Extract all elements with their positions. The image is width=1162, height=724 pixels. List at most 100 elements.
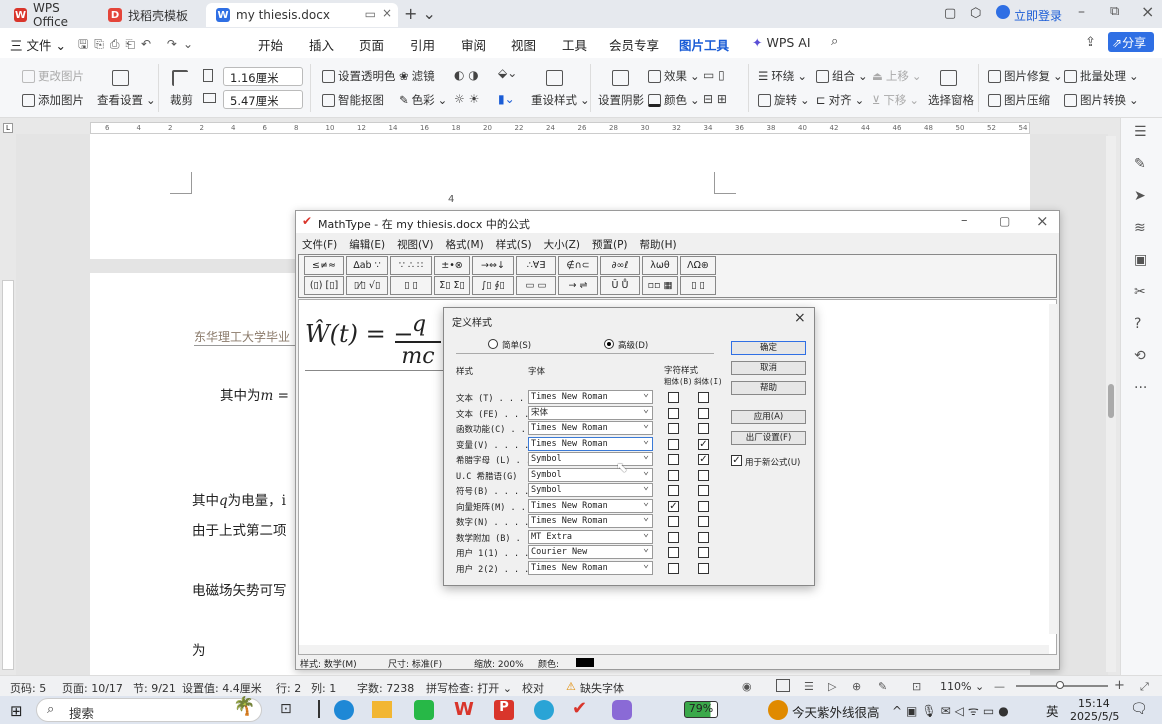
page-view-icon[interactable] <box>776 679 790 692</box>
tools-icon[interactable]: ✂ <box>1134 284 1146 300</box>
close-tab-icon[interactable]: × <box>382 6 392 20</box>
eye-icon[interactable]: ◉ <box>742 680 752 693</box>
menu-page[interactable]: 页面 <box>359 35 384 54</box>
italic-checkbox[interactable] <box>698 407 709 419</box>
mt-hscroll[interactable] <box>299 645 1049 654</box>
mt-menu-format[interactable]: 格式(M) <box>445 239 483 251</box>
play-icon[interactable]: ▷ <box>828 680 836 693</box>
tab-document[interactable]: Wmy thiesis.docx ▭ × <box>206 3 398 27</box>
italic-checkbox[interactable] <box>698 500 709 512</box>
fullscreen-icon[interactable]: ⤢ <box>1140 680 1149 694</box>
font-select[interactable]: Symbol <box>528 450 653 466</box>
align-button[interactable]: ⊏ 对齐 ⌄ <box>816 92 864 108</box>
outline-view-icon[interactable]: ☰ <box>804 680 814 693</box>
web-view-icon[interactable]: ⊕ <box>852 680 861 693</box>
font-select[interactable]: Times New Roman <box>528 497 653 513</box>
font-select[interactable]: Times New Roman <box>528 512 653 528</box>
more-icon[interactable]: ··· <box>1134 380 1147 396</box>
effect-button[interactable]: 效果 ⌄ <box>648 68 700 84</box>
ruler-toggle[interactable]: L <box>3 123 13 133</box>
cursor-icon[interactable]: ➤ <box>1134 188 1146 204</box>
menu-file[interactable]: 三 文件 ⌄ <box>10 35 66 54</box>
italic-checkbox[interactable] <box>698 423 709 434</box>
image-repair-button[interactable]: 图片修复 ⌄ <box>988 68 1063 84</box>
cube-icon[interactable]: ⬡ <box>970 6 981 21</box>
cancel-button[interactable]: 取消 <box>731 361 806 375</box>
bold-checkbox[interactable] <box>668 485 679 496</box>
palette-button[interactable]: ∵ ∴ ∷ <box>390 256 432 275</box>
ok-button[interactable]: 确定 <box>731 341 806 355</box>
contrast-icons[interactable]: ☼ ☀ <box>454 92 479 106</box>
palette-button[interactable]: Ū Ů <box>600 276 640 295</box>
mt-menu-view[interactable]: 视图(V) <box>397 239 433 251</box>
status-section[interactable]: 节: 9/21 <box>133 680 176 696</box>
status-row[interactable]: 行: 2 <box>276 680 301 696</box>
status-pages[interactable]: 页面: 10/17 <box>62 680 123 696</box>
status-spell[interactable]: 拼写检查: 打开 ⌄ <box>426 680 512 696</box>
width-input[interactable]: 1.16厘米 <box>223 67 303 86</box>
italic-checkbox[interactable]: ✓ <box>698 438 709 450</box>
height-input[interactable]: 5.47厘米 <box>223 90 303 109</box>
help-icon[interactable]: ? <box>1134 316 1141 332</box>
status-col[interactable]: 列: 1 <box>311 680 336 696</box>
user-avatar-icon[interactable] <box>996 5 1010 19</box>
palette-button[interactable]: ▯ ▯ <box>390 276 432 295</box>
fill-color-icon[interactable]: ⬙⌄ <box>498 66 517 80</box>
bold-checkbox[interactable] <box>668 454 679 465</box>
add-image-button[interactable]: 添加图片 <box>22 92 84 108</box>
font-select[interactable]: Times New Roman <box>528 388 653 404</box>
brightness-icons[interactable]: ◐ ◑ <box>454 68 479 82</box>
wechat-icon[interactable] <box>414 700 434 720</box>
cloud-upload-icon[interactable]: ⇪ <box>1085 35 1096 50</box>
notification-icon[interactable]: 🗨 <box>1130 701 1148 717</box>
browser-icon[interactable] <box>534 700 554 720</box>
align-icons[interactable]: ▭ ▯ <box>703 68 725 82</box>
italic-checkbox[interactable] <box>698 562 709 574</box>
tab-wps-office[interactable]: W WPS Office <box>4 1 94 29</box>
screen-icon[interactable]: ▭ <box>365 7 376 21</box>
windows-start-icon[interactable]: ⊞ <box>10 702 23 720</box>
advanced-radio[interactable] <box>604 339 614 349</box>
shadow-button[interactable]: 设置阴影 <box>598 92 644 108</box>
rotate-button[interactable]: 旋转 ⌄ <box>758 92 810 108</box>
clock-time[interactable]: 15:14 <box>1078 697 1110 710</box>
task-view-icon[interactable]: ⊡ <box>280 701 292 717</box>
bold-checkbox[interactable] <box>668 516 679 527</box>
palette-button[interactable]: ▯ ▯ <box>680 276 716 295</box>
font-select[interactable]: Times New Roman <box>528 559 653 575</box>
font-select[interactable]: Times New Roman <box>528 435 653 451</box>
set-transparent-button[interactable]: 设置透明色 <box>322 68 396 84</box>
search-icon[interactable]: ⌕ <box>831 34 838 49</box>
bold-checkbox[interactable]: ✓ <box>668 500 679 512</box>
palette-button[interactable]: ∉∩⊂ <box>558 256 598 275</box>
bold-checkbox[interactable] <box>668 469 679 481</box>
palette-button[interactable]: ▯⁄▯ √▯ <box>346 276 388 295</box>
mt-menu-preferences[interactable]: 预置(P) <box>592 239 628 251</box>
palette-button[interactable]: →⇔↓ <box>472 256 514 275</box>
restore-icon[interactable]: ⧉ <box>1110 4 1119 19</box>
italic-checkbox[interactable] <box>698 485 709 496</box>
wps-taskbar-icon[interactable]: W <box>454 699 474 720</box>
mt-menu-file[interactable]: 文件(F) <box>302 239 337 251</box>
scroll-thumb[interactable] <box>1108 384 1114 418</box>
italic-checkbox[interactable] <box>698 392 709 403</box>
mt-menu-help[interactable]: 帮助(H) <box>640 239 677 251</box>
menu-view[interactable]: 视图 <box>511 35 536 54</box>
mt-minimize-icon[interactable]: – <box>961 213 968 228</box>
bold-checkbox[interactable] <box>668 531 679 543</box>
border-color-button[interactable]: 颜色 ⌄ <box>648 92 700 108</box>
simple-radio[interactable] <box>488 339 498 349</box>
font-select[interactable]: Symbol <box>528 466 653 482</box>
italic-checkbox[interactable] <box>698 547 709 558</box>
mt-close-icon[interactable]: × <box>1036 212 1049 230</box>
batch-button[interactable]: 批量处理 ⌄ <box>1064 68 1139 84</box>
image-edit-icon[interactable]: ▣ <box>1134 252 1147 268</box>
palette-button[interactable]: (▯) [▯] <box>304 276 344 295</box>
doc-scrollbar[interactable] <box>1106 136 1116 672</box>
selection-pane-button[interactable]: 选择窗格 <box>928 92 974 108</box>
zoom-slider-thumb[interactable] <box>1056 681 1064 689</box>
italic-checkbox[interactable] <box>698 531 709 543</box>
menu-home[interactable]: 开始 <box>258 35 283 54</box>
palette-button[interactable]: → ⇌ <box>558 276 598 295</box>
status-words[interactable]: 字数: 7238 <box>357 680 414 696</box>
